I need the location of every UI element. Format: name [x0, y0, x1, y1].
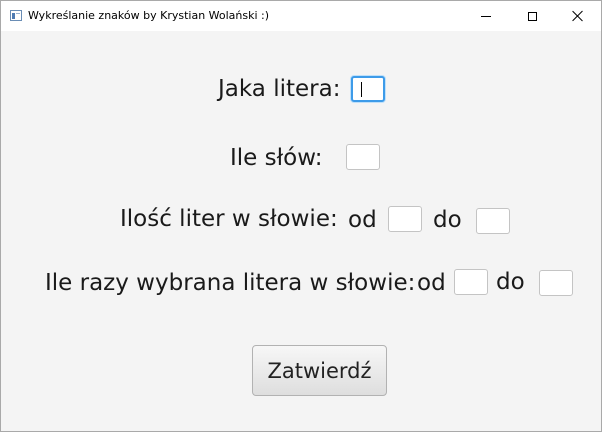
- length-to-input[interactable]: [476, 208, 510, 234]
- text-caret: [361, 82, 362, 97]
- minimize-button[interactable]: [463, 1, 509, 31]
- occurrence-to-input[interactable]: [539, 270, 573, 296]
- letter-label: Jaka litera:: [218, 76, 341, 102]
- maximize-icon: [527, 11, 537, 21]
- submit-button[interactable]: Zatwierdź: [252, 345, 387, 396]
- occurrence-from-label: od: [417, 270, 446, 296]
- app-window-icon: [10, 10, 22, 21]
- minimize-icon: [481, 15, 491, 17]
- words-label: Ile słów:: [230, 145, 323, 171]
- length-label: Ilość liter w słowie:: [120, 206, 338, 232]
- maximize-button[interactable]: [509, 1, 555, 31]
- window-title: Wykreślanie znaków by Krystian Wolański …: [28, 9, 270, 22]
- app-window: Wykreślanie znaków by Krystian Wolański …: [0, 0, 602, 432]
- close-icon: [572, 10, 584, 22]
- close-button[interactable]: [555, 1, 601, 31]
- length-from-input[interactable]: [388, 206, 422, 232]
- length-from-label: od: [348, 207, 377, 233]
- occurrence-to-label: do: [496, 269, 525, 295]
- title-bar[interactable]: Wykreślanie znaków by Krystian Wolański …: [1, 1, 601, 31]
- occurrence-from-input[interactable]: [454, 269, 488, 295]
- letter-input[interactable]: [351, 76, 385, 102]
- words-input[interactable]: [346, 144, 380, 170]
- length-to-label: do: [433, 207, 462, 233]
- occurrence-label: Ile razy wybrana litera w słowie:: [45, 270, 416, 296]
